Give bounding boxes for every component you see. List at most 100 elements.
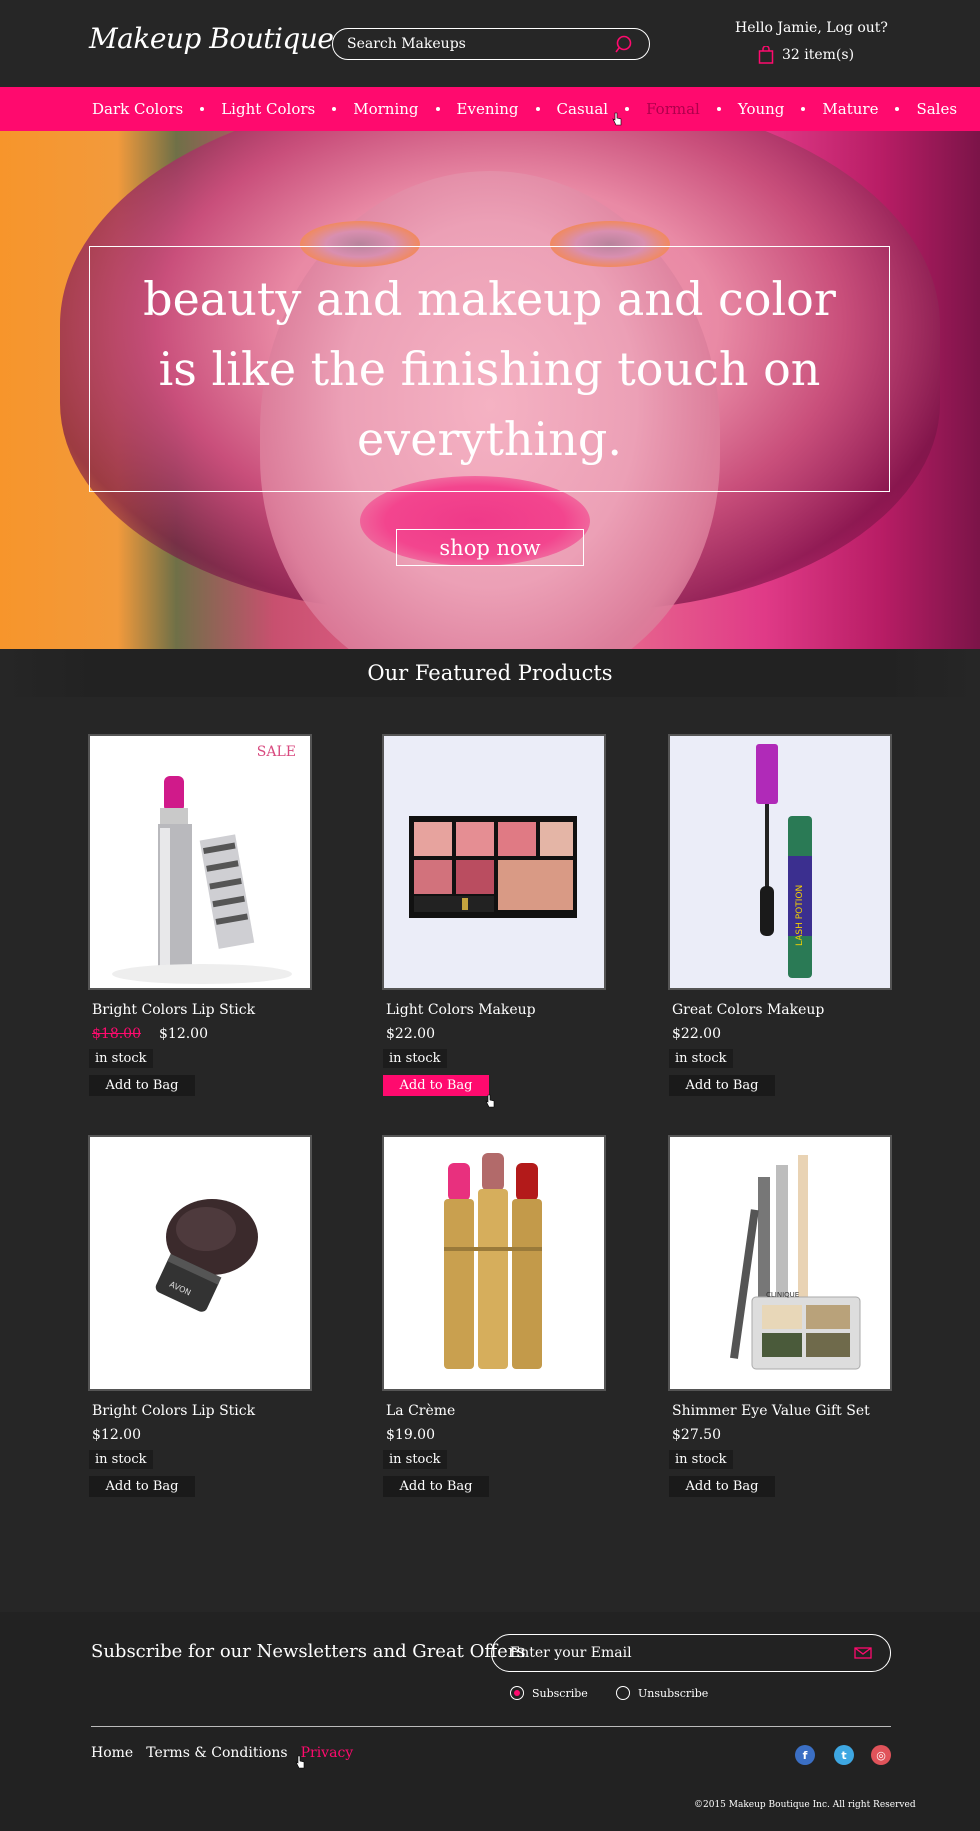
radio-selected-icon — [510, 1686, 524, 1700]
twitter-icon[interactable]: t — [834, 1745, 854, 1765]
nav-item-formal[interactable]: Formal — [646, 100, 700, 118]
stock-status: in stock — [89, 1049, 153, 1068]
site-logo[interactable]: Makeup Boutique — [89, 22, 334, 55]
nav-item-young[interactable]: Young — [738, 100, 785, 118]
dribbble-icon[interactable]: ◎ — [871, 1745, 891, 1765]
search-placeholder: Search Makeups — [347, 36, 466, 52]
hero-quote: beauty and makeup and color is like the … — [143, 272, 836, 466]
envelope-icon[interactable] — [854, 1647, 872, 1659]
product-image-lipstick-trio[interactable] — [382, 1135, 606, 1391]
product-price: $19.00 — [386, 1427, 612, 1443]
nav-separator — [332, 107, 337, 111]
radio-unselected-icon — [616, 1686, 630, 1700]
nav-separator — [716, 107, 721, 111]
email-placeholder: Enter your Email — [510, 1645, 632, 1661]
price: $12.00 — [92, 1427, 141, 1443]
add-to-bag-button[interactable]: Add to Bag — [669, 1476, 775, 1497]
section-title: Our Featured Products — [367, 661, 613, 685]
product-image-mascara[interactable]: LASH POTION — [668, 734, 892, 990]
kabuki-brush-illustration: AVON — [155, 1199, 258, 1312]
search-icon[interactable] — [615, 34, 635, 54]
product-price: $18.00 $12.00 — [92, 1026, 318, 1042]
product-card: Light Colors Makeup $22.00 in stock Add … — [382, 734, 612, 1096]
facebook-icon[interactable]: f — [795, 1745, 815, 1765]
newsletter-title: Subscribe for our Newsletters and Great … — [91, 1641, 526, 1662]
featured-products-header: Our Featured Products — [0, 649, 980, 697]
lipstick-illustration — [112, 776, 292, 984]
subscribe-label: Subscribe — [532, 1686, 588, 1700]
footer-link-terms[interactable]: Terms & Conditions — [146, 1745, 287, 1761]
nav-item-sales[interactable]: Sales — [916, 100, 957, 118]
nav-separator — [535, 107, 540, 111]
price: $27.50 — [672, 1427, 721, 1443]
product-name[interactable]: Shimmer Eye Value Gift Set — [672, 1403, 898, 1419]
stock-status: in stock — [669, 1049, 733, 1068]
product-name[interactable]: Light Colors Makeup — [386, 1002, 612, 1018]
hand-cursor-icon — [485, 1094, 495, 1108]
product-image-lipstick[interactable]: SALE — [88, 734, 312, 990]
product-card: La Crème $19.00 in stock Add to Bag — [382, 1135, 612, 1497]
add-to-bag-button[interactable]: Add to Bag — [89, 1476, 195, 1497]
product-image-palette[interactable] — [382, 734, 606, 990]
add-to-bag-button[interactable]: Add to Bag — [383, 1075, 489, 1096]
shop-now-button[interactable]: shop now — [396, 529, 584, 566]
product-price: $22.00 — [386, 1026, 612, 1042]
product-card: LASH POTION Great Colors Makeup $22.00 i… — [668, 734, 898, 1096]
hand-cursor-icon — [295, 1755, 305, 1769]
nav-item-light-colors[interactable]: Light Colors — [221, 100, 315, 118]
product-name[interactable]: Bright Colors Lip Stick — [92, 1002, 318, 1018]
mascara-label: LASH POTION — [795, 885, 805, 946]
product-name[interactable]: La Crème — [386, 1403, 612, 1419]
stock-status: in stock — [669, 1450, 733, 1469]
product-card: AVON Bright Colors Lip Stick $12.00 in s… — [88, 1135, 318, 1497]
sale-badge: SALE — [256, 744, 296, 760]
subscribe-radio[interactable]: Subscribe — [510, 1686, 588, 1700]
product-price: $22.00 — [672, 1026, 898, 1042]
gift-set-illustration: CLINIQUE — [730, 1155, 861, 1370]
search-input[interactable]: Search Makeups — [332, 28, 650, 60]
old-price: $18.00 — [92, 1026, 141, 1042]
nav-separator — [435, 107, 440, 111]
unsubscribe-label: Unsubscribe — [638, 1686, 709, 1700]
unsubscribe-radio[interactable]: Unsubscribe — [616, 1686, 708, 1700]
product-image-kabuki-brush[interactable]: AVON — [88, 1135, 312, 1391]
product-price: $12.00 — [92, 1427, 318, 1443]
nav-item-mature[interactable]: Mature — [822, 100, 878, 118]
add-to-bag-button[interactable]: Add to Bag — [383, 1476, 489, 1497]
stock-status: in stock — [89, 1450, 153, 1469]
product-name[interactable]: Bright Colors Lip Stick — [92, 1403, 318, 1419]
nav-separator — [625, 107, 630, 111]
add-to-bag-button[interactable]: Add to Bag — [89, 1075, 195, 1096]
footer-link-privacy[interactable]: Privacy — [301, 1745, 354, 1761]
product-image-gift-set[interactable]: CLINIQUE — [668, 1135, 892, 1391]
price: $22.00 — [386, 1026, 435, 1042]
nav-item-evening[interactable]: Evening — [457, 100, 519, 118]
hand-cursor-icon — [612, 112, 622, 126]
stock-status: in stock — [383, 1049, 447, 1068]
product-card: CLINIQUE Shimmer Eye Value Gift Set $27.… — [668, 1135, 898, 1497]
nav-separator — [801, 107, 806, 111]
category-nav: Dark Colors Light Colors Morning Evening… — [0, 87, 980, 131]
cart-link[interactable]: 32 item(s) — [758, 46, 854, 64]
footer-links: Home Terms & Conditions Privacy — [91, 1745, 353, 1761]
hero-quote-frame: beauty and makeup and color is like the … — [89, 246, 890, 492]
add-to-bag-button[interactable]: Add to Bag — [669, 1075, 775, 1096]
copyright-text: ©2015 Makeup Boutique Inc. All right Res… — [694, 1800, 916, 1810]
user-greeting-logout-link[interactable]: Hello Jamie, Log out? — [735, 20, 888, 36]
stock-status: in stock — [383, 1450, 447, 1469]
nav-separator — [895, 107, 900, 111]
eyeshadow-palette-illustration — [409, 816, 577, 918]
price: $22.00 — [672, 1026, 721, 1042]
footer-link-home[interactable]: Home — [91, 1745, 133, 1761]
gift-set-brand: CLINIQUE — [766, 1291, 799, 1299]
sale-price: $12.00 — [159, 1026, 208, 1042]
nav-item-dark-colors[interactable]: Dark Colors — [92, 100, 183, 118]
product-name[interactable]: Great Colors Makeup — [672, 1002, 898, 1018]
price: $19.00 — [386, 1427, 435, 1443]
email-input[interactable]: Enter your Email — [491, 1634, 891, 1672]
product-price: $27.50 — [672, 1427, 898, 1443]
nav-item-morning[interactable]: Morning — [353, 100, 418, 118]
shopping-bag-icon — [758, 46, 774, 64]
mascara-illustration: LASH POTION — [756, 744, 812, 978]
nav-item-casual[interactable]: Casual — [557, 100, 609, 118]
